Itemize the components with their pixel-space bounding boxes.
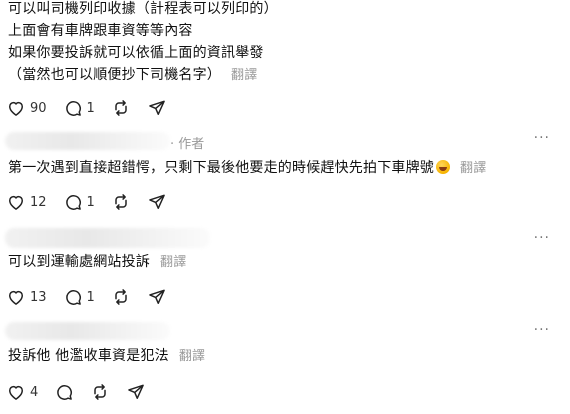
post-line-4: （當然也可以順便抄下司機名字） 翻譯 xyxy=(8,66,257,85)
like-count: 12 xyxy=(30,194,47,210)
post-actions: 90 1 xyxy=(6,97,183,119)
username-blurred[interactable] xyxy=(5,322,170,340)
like-button[interactable]: 90 xyxy=(6,98,47,118)
repost-icon xyxy=(115,289,127,305)
comment-text: 可以到運輸處網站投訴 翻譯 xyxy=(8,253,186,272)
reply-button[interactable] xyxy=(54,382,74,402)
repost-icon xyxy=(115,100,127,116)
comment-text-content: 可以到運輸處網站投訴 xyxy=(8,254,150,270)
translate-button[interactable]: 翻譯 xyxy=(160,255,186,270)
post-line-1: 可以叫司機列印收據（計程表可以列印的） xyxy=(8,1,278,17)
more-options-button[interactable]: ··· xyxy=(534,322,550,338)
share-button[interactable] xyxy=(147,192,167,212)
reply-button[interactable]: 1 xyxy=(63,98,95,118)
comment-text: 投訴他 他濫收車資是犯法 翻譯 xyxy=(8,347,205,366)
like-button[interactable]: 4 xyxy=(6,382,38,402)
post-line-2: 上面會有車牌跟車資等等內容 xyxy=(8,23,193,39)
comment-text-content: 第一次遇到直接超錯愕，只剩下最後他要走的時候趕快先拍下車牌號 xyxy=(8,160,434,176)
translate-button[interactable]: 翻譯 xyxy=(460,161,486,176)
like-button[interactable]: 13 xyxy=(6,287,47,307)
username-blurred[interactable] xyxy=(5,228,210,248)
send-icon xyxy=(128,384,145,399)
translate-button[interactable]: 翻譯 xyxy=(231,68,257,83)
author-badge: · 作者 xyxy=(170,137,205,152)
comment-bubble-icon xyxy=(65,195,81,210)
rolling-on-floor-laughing-emoji xyxy=(436,160,450,174)
comment-bubble-icon xyxy=(57,385,73,400)
translate-button[interactable]: 翻譯 xyxy=(179,349,205,364)
post-line-4-text: （當然也可以順便抄下司機名字） xyxy=(8,67,221,83)
share-button[interactable] xyxy=(147,287,167,307)
like-count: 13 xyxy=(30,289,47,305)
repost-icon xyxy=(94,384,107,400)
username-blurred[interactable] xyxy=(5,132,170,150)
post-line-3: 如果你要投訴就可以依循上面的資訊舉發 xyxy=(8,45,264,61)
comment-text-content: 投訴他 他濫收車資是犯法 xyxy=(8,348,169,364)
heart-icon xyxy=(9,195,23,210)
heart-icon xyxy=(9,101,23,116)
repost-button[interactable] xyxy=(111,192,131,212)
like-button[interactable]: 12 xyxy=(6,192,47,212)
reply-button[interactable]: 1 xyxy=(63,192,95,212)
send-icon xyxy=(148,194,165,209)
reply-count: 1 xyxy=(86,100,95,116)
comment-bubble-icon xyxy=(65,290,81,305)
comment-text: 第一次遇到直接超錯愕，只剩下最後他要走的時候趕快先拍下車牌號 翻譯 xyxy=(8,159,486,178)
reply-button[interactable]: 1 xyxy=(63,287,95,307)
share-button[interactable] xyxy=(126,382,146,402)
heart-icon xyxy=(9,290,23,305)
reply-count: 1 xyxy=(86,289,95,305)
repost-icon xyxy=(115,194,127,210)
comment-actions: 13 1 xyxy=(6,286,183,308)
send-icon xyxy=(148,100,165,115)
more-options-button[interactable]: ··· xyxy=(534,130,550,146)
heart-icon xyxy=(9,385,23,400)
comment-bubble-icon xyxy=(65,101,81,116)
repost-button[interactable] xyxy=(111,98,131,118)
repost-button[interactable] xyxy=(90,382,110,402)
comment-actions: 12 1 xyxy=(6,191,183,213)
more-options-button[interactable]: ··· xyxy=(534,230,550,246)
reply-count: 1 xyxy=(86,194,95,210)
share-button[interactable] xyxy=(147,98,167,118)
like-count: 90 xyxy=(30,100,47,116)
comment-actions: 4 xyxy=(6,381,162,403)
repost-button[interactable] xyxy=(111,287,131,307)
send-icon xyxy=(148,289,165,304)
like-count: 4 xyxy=(30,384,39,400)
